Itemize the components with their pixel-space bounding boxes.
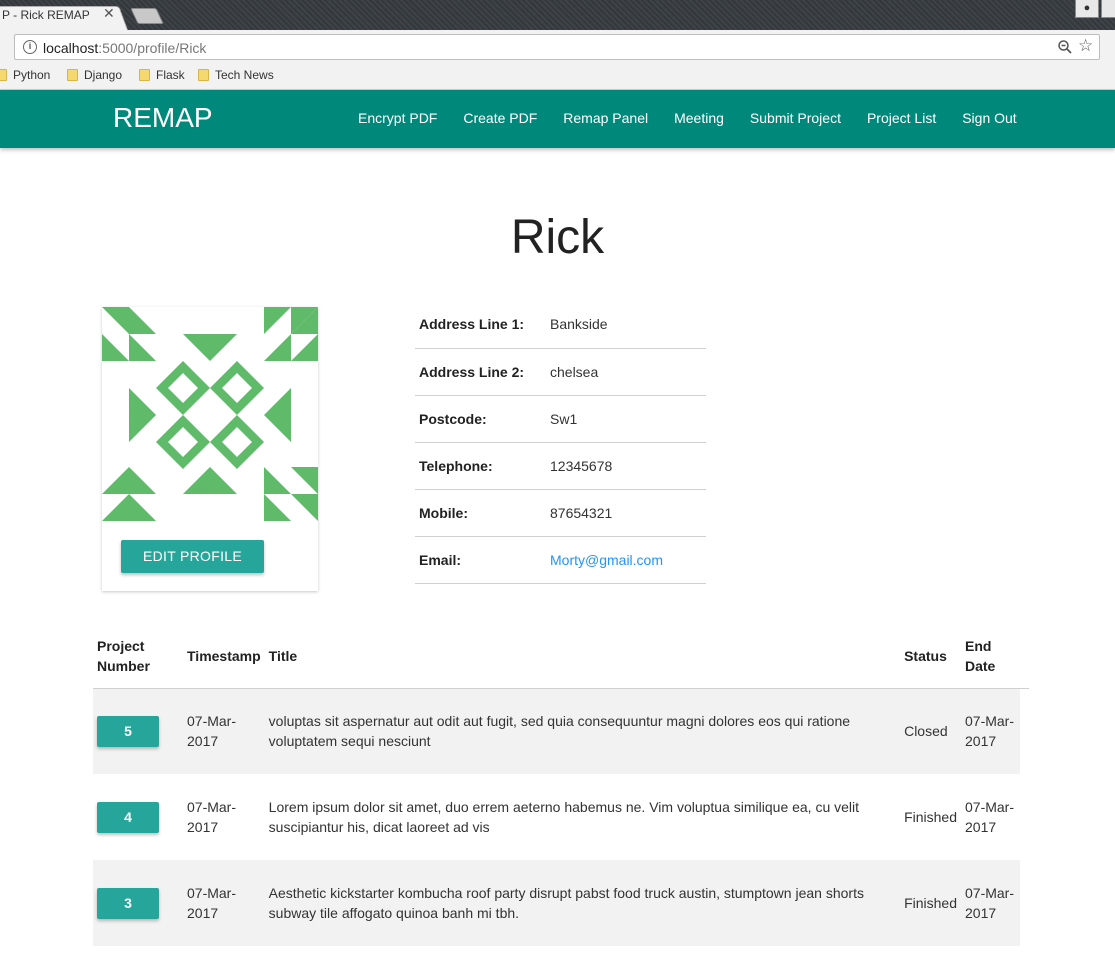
zoom-icon[interactable] (1057, 39, 1073, 55)
nav-encrypt-pdf[interactable]: Encrypt PDF (345, 90, 450, 148)
tab-title[interactable]: P - Rick REMAP (2, 8, 90, 22)
project-number-button[interactable]: 4 (97, 801, 159, 833)
edit-profile-button[interactable]: EDIT PROFILE (121, 540, 264, 573)
end-date-cell: 07-Mar-2017 (961, 860, 1020, 946)
bookmark-tech-news[interactable]: Tech News (198, 68, 274, 82)
detail-value: 87654321 (550, 489, 706, 537)
detail-row: Telephone: 12345678 (415, 442, 706, 490)
page-title: Rick (510, 211, 605, 264)
nav-sign-out[interactable]: Sign Out (949, 90, 1029, 148)
brand-logo[interactable]: REMAP (113, 102, 213, 134)
detail-label: Telephone: (415, 442, 550, 490)
bookmark-python[interactable]: Python (0, 68, 50, 82)
bookmark-label: Django (84, 68, 123, 82)
header-project-number: Project Number (93, 624, 183, 689)
nav-submit-project[interactable]: Submit Project (737, 90, 854, 148)
timestamp-cell: 07-Mar-2017 (183, 860, 265, 946)
end-date-cell: 07-Mar-2017 (961, 688, 1020, 774)
table-row: 5 07-Mar-2017 voluptas sit aspernatur au… (93, 688, 1029, 774)
bookmark-label: Python (13, 68, 51, 82)
table-row: 4 07-Mar-2017 Lorem ipsum dolor sit amet… (93, 774, 1029, 860)
title-cell: voluptas sit aspernatur aut odit aut fug… (264, 688, 901, 774)
address-bar[interactable]: i localhost:5000/profile/Rick ☆ (14, 34, 1100, 60)
status-cell: Finished (900, 860, 961, 946)
site-info-icon[interactable]: i (23, 40, 37, 54)
header-title: Title (264, 624, 901, 689)
header-timestamp: Timestamp (183, 624, 265, 689)
detail-value: Bankside (550, 301, 706, 349)
bookmark-label: Tech News (215, 68, 274, 82)
table-row: 3 07-Mar-2017 Aesthetic kickstarter komb… (93, 860, 1029, 946)
timestamp-cell: 07-Mar-2017 (183, 688, 265, 774)
title-cell: Lorem ipsum dolor sit amet, duo errem ae… (268, 799, 860, 835)
detail-row: Address Line 1: Bankside (415, 301, 706, 349)
timestamp-cell: 07-Mar-2017 (187, 799, 237, 835)
detail-label: Postcode: (415, 395, 550, 443)
detail-value: 12345678 (550, 442, 706, 490)
bookmarks-bar: Python Django Flask Tech News (0, 66, 1115, 86)
bookmark-label: Flask (156, 68, 185, 82)
project-number-cell: 5 (93, 688, 183, 774)
folder-icon (198, 69, 209, 81)
detail-row: Email: Morty@gmail.com (415, 536, 706, 584)
site-navbar: REMAP Encrypt PDF Create PDF Remap Panel… (0, 90, 1115, 148)
detail-label: Mobile: (415, 489, 550, 537)
window-minimize-button[interactable] (1101, 0, 1115, 18)
profile-details: Address Line 1: Bankside Address Line 2: c… (415, 301, 706, 584)
row-spacer (1020, 860, 1029, 946)
project-number-cell: 3 (93, 860, 183, 946)
url-host: localhost (43, 40, 99, 56)
project-number-button[interactable]: 5 (97, 715, 159, 747)
detail-row: Mobile: 87654321 (415, 489, 706, 537)
avatar (102, 307, 318, 521)
bookmark-flask[interactable]: Flask (139, 68, 185, 82)
end-date-cell: 07-Mar-2017 (965, 799, 1015, 835)
table-header-row: Project Number Timestamp Title Status En… (93, 624, 1029, 689)
new-tab-button[interactable] (130, 8, 164, 24)
profile-card: EDIT PROFILE (102, 307, 318, 591)
row-spacer (1020, 774, 1029, 860)
detail-label: Address Line 1: (415, 301, 550, 349)
status-cell: Closed (900, 688, 961, 774)
status-cell: Finished (904, 809, 957, 825)
email-link[interactable]: Morty@gmail.com (550, 536, 706, 584)
header-status: Status (900, 624, 961, 689)
folder-icon (139, 69, 150, 81)
url-path: :5000/profile/Rick (98, 40, 207, 56)
title-cell: Aesthetic kickstarter kombucha roof part… (264, 860, 901, 946)
bookmark-django[interactable]: Django (67, 68, 122, 82)
detail-value: chelsea (550, 348, 706, 396)
detail-label: Address Line 2: (415, 348, 550, 396)
header-spacer (1020, 624, 1029, 689)
detail-row: Postcode: Sw1 (415, 395, 706, 443)
header-end-date: End Date (961, 624, 1020, 689)
row-spacer (1020, 688, 1029, 774)
nav-remap-panel[interactable]: Remap Panel (550, 90, 661, 148)
bookmark-star-icon[interactable]: ☆ (1078, 36, 1093, 56)
detail-label: Email: (415, 536, 550, 584)
nav-project-list[interactable]: Project List (854, 90, 949, 148)
folder-icon (0, 69, 7, 81)
project-number-button[interactable]: 3 (97, 887, 159, 919)
url-text[interactable]: localhost:5000/profile/Rick (43, 40, 206, 56)
nav-meeting[interactable]: Meeting (661, 90, 737, 148)
detail-row: Address Line 2: chelsea (415, 348, 706, 396)
browser-user-icon[interactable]: ● (1075, 0, 1099, 18)
nav-create-pdf[interactable]: Create PDF (450, 90, 550, 148)
detail-value: Sw1 (550, 395, 706, 443)
tab-close-icon[interactable]: ✕ (103, 5, 115, 22)
folder-icon (67, 69, 78, 81)
nav-links: Encrypt PDF Create PDF Remap Panel Meeti… (345, 90, 1030, 148)
browser-toolbar: i localhost:5000/profile/Rick ☆ Python D… (0, 30, 1115, 90)
projects-table: Project Number Timestamp Title Status En… (93, 624, 1029, 946)
project-number-cell: 4 (93, 774, 183, 860)
browser-tabstrip: P - Rick REMAP ✕ ● (0, 0, 1115, 31)
